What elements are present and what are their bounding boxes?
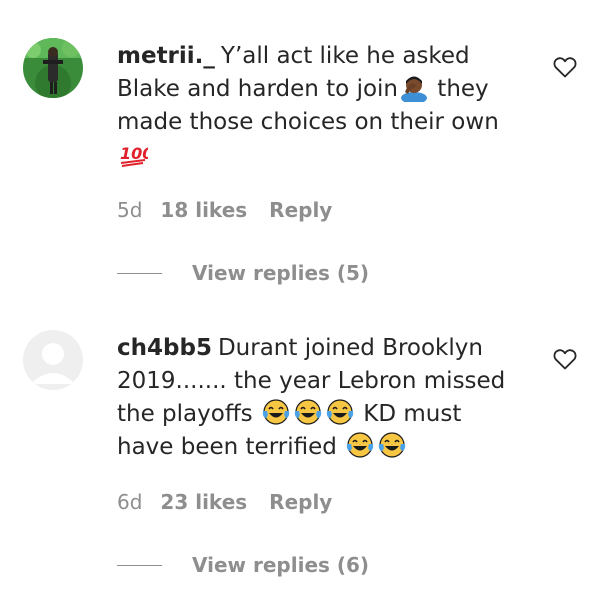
reply-button[interactable]: Reply (269, 198, 332, 222)
comment-username[interactable]: ch4bb5 (117, 335, 212, 361)
view-replies-label: View replies (6) (192, 553, 370, 577)
tears-of-joy-emoji (345, 430, 375, 460)
hundred-points-emoji: 100 (118, 138, 148, 168)
view-replies-button[interactable]: View replies (6) (117, 550, 369, 580)
likes-count-button[interactable]: 23 likes (160, 490, 247, 514)
comment-text: metrii._ Y’all act like he asked Blake an… (117, 40, 517, 172)
tears-of-joy-emoji (261, 397, 291, 427)
avatar[interactable] (23, 330, 83, 390)
person-facepalming-emoji (399, 72, 429, 102)
tears-of-joy-emoji (293, 397, 323, 427)
comment-timestamp: 6d (117, 490, 143, 514)
replies-divider-line (117, 564, 162, 566)
like-heart-icon[interactable] (553, 348, 577, 370)
avatar[interactable] (23, 38, 83, 98)
likes-count-button[interactable]: 18 likes (160, 198, 247, 222)
reply-button[interactable]: Reply (269, 490, 332, 514)
comment-text: ch4bb5 Durant joined Brooklyn 2019.......… (117, 332, 517, 464)
view-replies-button[interactable]: View replies (5) (117, 258, 369, 288)
like-heart-icon[interactable] (553, 56, 577, 78)
comment-meta: 6d 23 likes Reply (117, 487, 332, 517)
tears-of-joy-emoji (377, 430, 407, 460)
tears-of-joy-emoji (325, 397, 355, 427)
replies-divider-line (117, 272, 162, 274)
comment-meta: 5d 18 likes Reply (117, 195, 332, 225)
comment-timestamp: 5d (117, 198, 143, 222)
comment-username[interactable]: metrii._ (117, 43, 215, 69)
view-replies-label: View replies (5) (192, 261, 370, 285)
